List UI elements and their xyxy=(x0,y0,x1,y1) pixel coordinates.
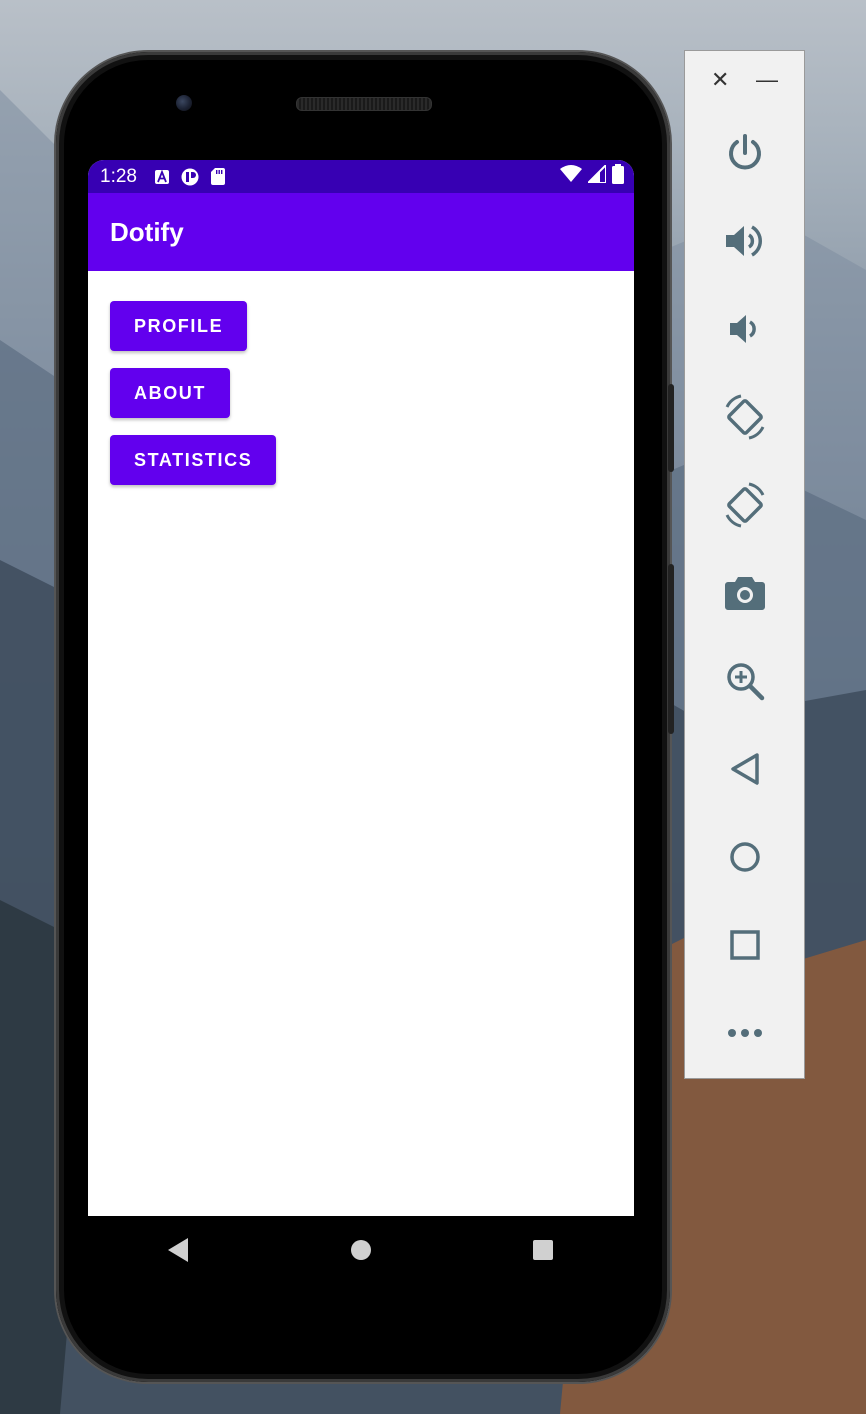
toolbar-back-button[interactable] xyxy=(685,725,804,813)
statistics-button[interactable]: STATISTICS xyxy=(110,435,277,485)
back-icon xyxy=(168,1238,188,1262)
volume-up-icon xyxy=(725,225,762,257)
battery-icon xyxy=(612,163,624,190)
status-bar: 1:28 xyxy=(88,160,634,193)
power-side-button[interactable] xyxy=(668,384,674,472)
back-nav-button[interactable] xyxy=(149,1220,209,1280)
a-icon xyxy=(154,169,169,185)
zoom-button[interactable] xyxy=(685,637,804,725)
device-screen: 1:28 Dotify PROFILE ABOUT STATISTICS xyxy=(88,160,634,1216)
app-bar: Dotify xyxy=(88,193,634,271)
signal-icon xyxy=(585,162,607,189)
volume-up-button[interactable] xyxy=(685,197,804,285)
volume-side-button[interactable] xyxy=(668,564,674,734)
earpiece-speaker xyxy=(296,97,432,111)
rotate-left-button[interactable] xyxy=(685,373,804,461)
recents-nav-button[interactable] xyxy=(513,1220,573,1280)
close-icon[interactable]: ✕ xyxy=(711,67,729,93)
overview-square-icon xyxy=(729,930,760,960)
screenshot-button[interactable] xyxy=(685,549,804,637)
rotate-right-icon xyxy=(725,482,764,528)
volume-down-button[interactable] xyxy=(685,285,804,373)
rotate-left-icon xyxy=(725,394,764,440)
more-horizontal-icon xyxy=(727,1029,762,1037)
home-circle-icon xyxy=(729,842,760,872)
back-triangle-icon xyxy=(730,753,759,785)
home-icon xyxy=(351,1240,371,1260)
toolbar-window-controls: ✕ — xyxy=(685,51,804,109)
more-button[interactable] xyxy=(685,989,804,1077)
rotate-right-button[interactable] xyxy=(685,461,804,549)
wifi-icon xyxy=(560,164,582,189)
sync-icon xyxy=(181,168,199,186)
power-button[interactable] xyxy=(685,109,804,197)
recents-icon xyxy=(533,1240,553,1260)
emulator-toolbar: ✕ — xyxy=(684,50,805,1079)
volume-down-icon xyxy=(729,315,756,343)
toolbar-home-button[interactable] xyxy=(685,813,804,901)
toolbar-overview-button[interactable] xyxy=(685,901,804,989)
power-icon xyxy=(728,134,761,170)
app-title: Dotify xyxy=(110,216,184,247)
about-button[interactable]: ABOUT xyxy=(110,368,230,418)
zoom-in-icon xyxy=(726,663,764,701)
main-content: PROFILE ABOUT STATISTICS xyxy=(88,271,634,532)
navigation-bar xyxy=(88,1216,634,1284)
phone-frame: 1:28 Dotify PROFILE ABOUT STATISTICS xyxy=(56,52,674,1382)
status-time: 1:28 xyxy=(100,165,137,187)
camera-icon xyxy=(724,577,765,610)
minimize-icon[interactable]: — xyxy=(756,67,778,93)
profile-button[interactable]: PROFILE xyxy=(110,301,248,351)
front-camera xyxy=(176,95,192,111)
home-nav-button[interactable] xyxy=(331,1220,391,1280)
sd-card-icon xyxy=(210,168,225,185)
